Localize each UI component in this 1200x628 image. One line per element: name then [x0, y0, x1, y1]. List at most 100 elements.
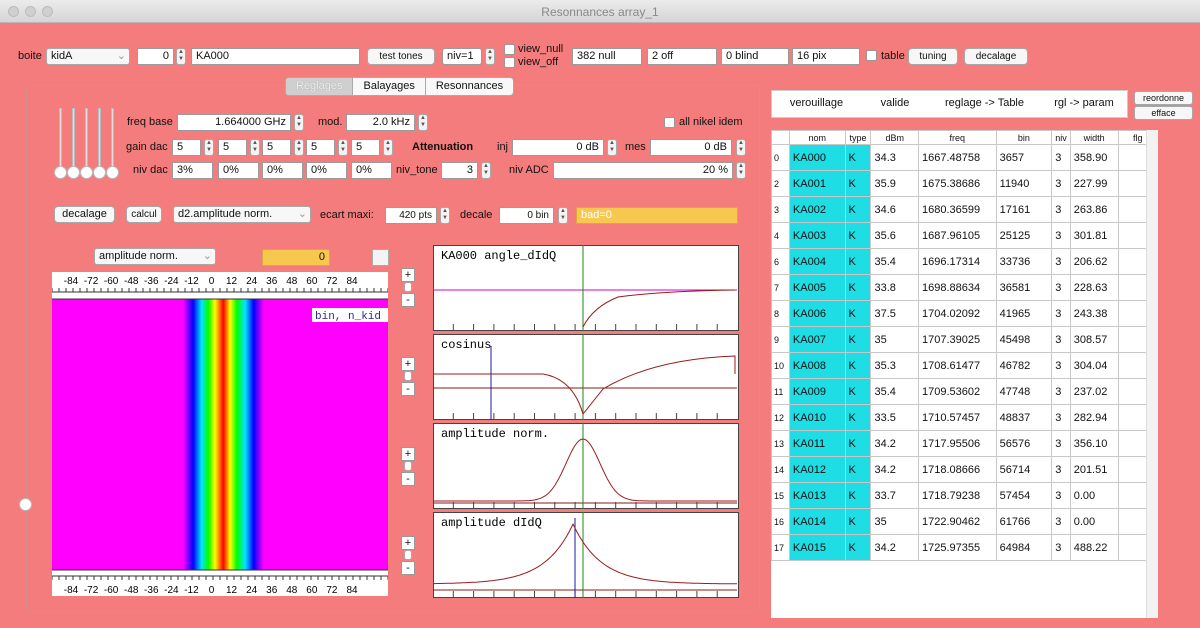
- table-row[interactable]: 4 KA003 K 35.6 1687.96105 25125 3 301.81: [771, 222, 1159, 249]
- decale-field[interactable]: 0 bin: [499, 207, 554, 224]
- slider-track-4[interactable]: [98, 108, 101, 168]
- slider-track-5[interactable]: [111, 108, 114, 168]
- table-row[interactable]: 7 KA005 K 33.8 1698.88634 36581 3 228.63: [771, 274, 1159, 301]
- zoom-knob-1[interactable]: [404, 282, 412, 292]
- niv-adc-stepper[interactable]: ▲ ▼: [736, 162, 746, 179]
- table-row[interactable]: 11 KA009 K 35.4 1709.53602 47748 3 237.02: [771, 378, 1159, 405]
- zoom-knob-2[interactable]: [404, 371, 412, 381]
- table-header-freq[interactable]: freq: [917, 130, 997, 145]
- inj-field[interactable]: 0 dB: [512, 139, 604, 156]
- all-nikel-checkbox[interactable]: [664, 117, 675, 128]
- table-row[interactable]: 2 KA001 K 35.9 1675.38686 11940 3 227.99: [771, 170, 1159, 197]
- table-row[interactable]: 0 KA000 K 34.3 1667.48758 3657 3 358.90: [771, 144, 1159, 171]
- slider-knob-2[interactable]: [67, 166, 80, 179]
- slider-track-1[interactable]: [59, 108, 62, 168]
- gain-dac-stepper-4[interactable]: ▲ ▼: [338, 139, 348, 156]
- zoom-knob-3[interactable]: [404, 461, 412, 471]
- table-row[interactable]: 8 KA006 K 37.5 1704.02092 41965 3 243.38: [771, 300, 1159, 327]
- gain-dac-field-1[interactable]: 5: [172, 139, 201, 156]
- table-row[interactable]: 13 KA011 K 34.2 1717.95506 56576 3 356.10: [771, 430, 1159, 457]
- zoom-in-button-3[interactable]: +: [401, 447, 415, 461]
- boite-number-field[interactable]: 0: [137, 48, 174, 65]
- zoom-out-button-2[interactable]: -: [401, 382, 415, 396]
- tab-reglages[interactable]: Reglages: [286, 78, 354, 95]
- zoom-out-button-1[interactable]: -: [401, 293, 415, 307]
- niv-select[interactable]: niv=1: [442, 48, 482, 65]
- niv-dac-field-3[interactable]: 0%: [262, 162, 303, 179]
- niv-adc-field[interactable]: 20 %: [553, 162, 733, 179]
- slider-knob-5[interactable]: [106, 166, 119, 179]
- table-row[interactable]: 6 KA004 K 35.4 1696.17314 33736 3 206.62: [771, 248, 1159, 275]
- view-off-checkbox[interactable]: [504, 57, 515, 68]
- gain-dac-stepper-2[interactable]: ▲ ▼: [250, 139, 260, 156]
- decalage-top-button[interactable]: decalage: [964, 48, 1028, 65]
- tab-resonnances[interactable]: Resonnances: [426, 78, 513, 95]
- slider-knob-3[interactable]: [80, 166, 93, 179]
- view-null-checkbox[interactable]: [504, 44, 515, 55]
- gain-dac-stepper-5[interactable]: ▲ ▼: [383, 139, 393, 156]
- niv-tone-field[interactable]: 3: [441, 162, 478, 179]
- gain-dac-field-5[interactable]: 5: [351, 139, 380, 156]
- table-row[interactable]: 3 KA002 K 34.6 1680.36599 17161 3 263.86: [771, 196, 1159, 223]
- mes-field[interactable]: 0 dB: [650, 139, 732, 156]
- mod-field[interactable]: 2.0 kHz: [346, 114, 415, 131]
- slider-track-2[interactable]: [72, 108, 75, 168]
- table-checkbox[interactable]: [866, 50, 877, 61]
- niv-dac-field-4[interactable]: 0%: [306, 162, 347, 179]
- decalage-button[interactable]: decalage: [54, 206, 115, 223]
- ecart-maxi-stepper[interactable]: ▲ ▼: [440, 207, 450, 224]
- zoom-out-button-3[interactable]: -: [401, 472, 415, 486]
- table-header-bin[interactable]: bin: [995, 130, 1053, 145]
- zoom-out-button-4[interactable]: -: [401, 561, 415, 575]
- niv-dac-field-1[interactable]: 3%: [172, 162, 213, 179]
- verrouillage-button[interactable]: verouillage: [772, 91, 861, 116]
- table-row[interactable]: 9 KA007 K 35 1707.39025 45498 3 308.57: [771, 326, 1159, 353]
- gain-dac-stepper-1[interactable]: ▲ ▼: [204, 139, 214, 156]
- mes-stepper[interactable]: ▲ ▼: [736, 139, 746, 156]
- reordonne-button[interactable]: reordonne: [1134, 91, 1193, 105]
- table-row[interactable]: 15 KA013 K 33.7 1718.79238 57454 3 0.00: [771, 482, 1159, 509]
- table-header-dBm[interactable]: dBm: [870, 130, 919, 145]
- zoom-knob-4[interactable]: [404, 550, 412, 560]
- niv-dac-field-2[interactable]: 0%: [218, 162, 259, 179]
- table-header-nom[interactable]: nom: [788, 130, 846, 145]
- ecart-maxi-field[interactable]: 420 pts: [385, 207, 437, 224]
- table-row[interactable]: 12 KA010 K 33.5 1710.57457 48837 3 282.94: [771, 404, 1159, 431]
- test-tones-button[interactable]: test tones: [367, 48, 435, 65]
- gain-dac-field-4[interactable]: 5: [306, 139, 335, 156]
- table-row[interactable]: 14 KA012 K 34.2 1718.08666 56714 3 201.51: [771, 456, 1159, 483]
- slider-track-3[interactable]: [85, 108, 88, 168]
- table-row[interactable]: 10 KA008 K 35.3 1708.61477 46782 3 304.04: [771, 352, 1159, 379]
- gain-dac-field-3[interactable]: 5: [262, 139, 291, 156]
- heatmap-toggle-button[interactable]: [372, 249, 389, 266]
- table-scrollbar[interactable]: [1146, 130, 1158, 618]
- table-header-width[interactable]: width: [1069, 130, 1119, 145]
- boite-number-stepper[interactable]: ▲ ▼: [176, 48, 186, 65]
- tuning-button[interactable]: tuning: [908, 48, 958, 65]
- freq-base-field[interactable]: 1.664000 GHz: [177, 114, 291, 131]
- table-header-type[interactable]: type: [844, 130, 872, 145]
- slider-knob-4[interactable]: [93, 166, 106, 179]
- table-header-index[interactable]: [771, 130, 790, 145]
- tab-balayages[interactable]: Balayages: [353, 78, 426, 95]
- kid-name-field[interactable]: KA000: [191, 48, 360, 65]
- gain-dac-field-2[interactable]: 5: [218, 139, 247, 156]
- table-row[interactable]: 16 KA014 K 35 1722.90462 61766 3 0.00: [771, 508, 1159, 535]
- table-row[interactable]: 17 KA015 K 34.2 1725.97355 64984 3 488.22: [771, 534, 1159, 561]
- valide-button[interactable]: valide: [862, 91, 928, 116]
- gain-dac-stepper-3[interactable]: ▲ ▼: [294, 139, 304, 156]
- mode-select[interactable]: d2.amplitude norm. ⌄: [173, 206, 311, 223]
- niv-tone-stepper[interactable]: ▲ ▼: [481, 162, 491, 179]
- decale-stepper[interactable]: ▲ ▼: [558, 207, 568, 224]
- calcul-button[interactable]: calcul: [126, 206, 162, 223]
- niv-stepper[interactable]: ▲ ▼: [485, 48, 495, 65]
- niv-dac-field-5[interactable]: 0%: [351, 162, 392, 179]
- zoom-in-button-2[interactable]: +: [401, 357, 415, 371]
- inj-stepper[interactable]: ▲ ▼: [607, 139, 617, 156]
- reglage-table-button[interactable]: reglage -> Table: [929, 91, 1040, 116]
- efface-button[interactable]: efface: [1134, 106, 1193, 120]
- freq-base-stepper[interactable]: ▲ ▼: [294, 114, 304, 131]
- zoom-in-button-4[interactable]: +: [401, 536, 415, 550]
- side-slider-knob[interactable]: [19, 498, 32, 511]
- zoom-in-button-1[interactable]: +: [401, 268, 415, 282]
